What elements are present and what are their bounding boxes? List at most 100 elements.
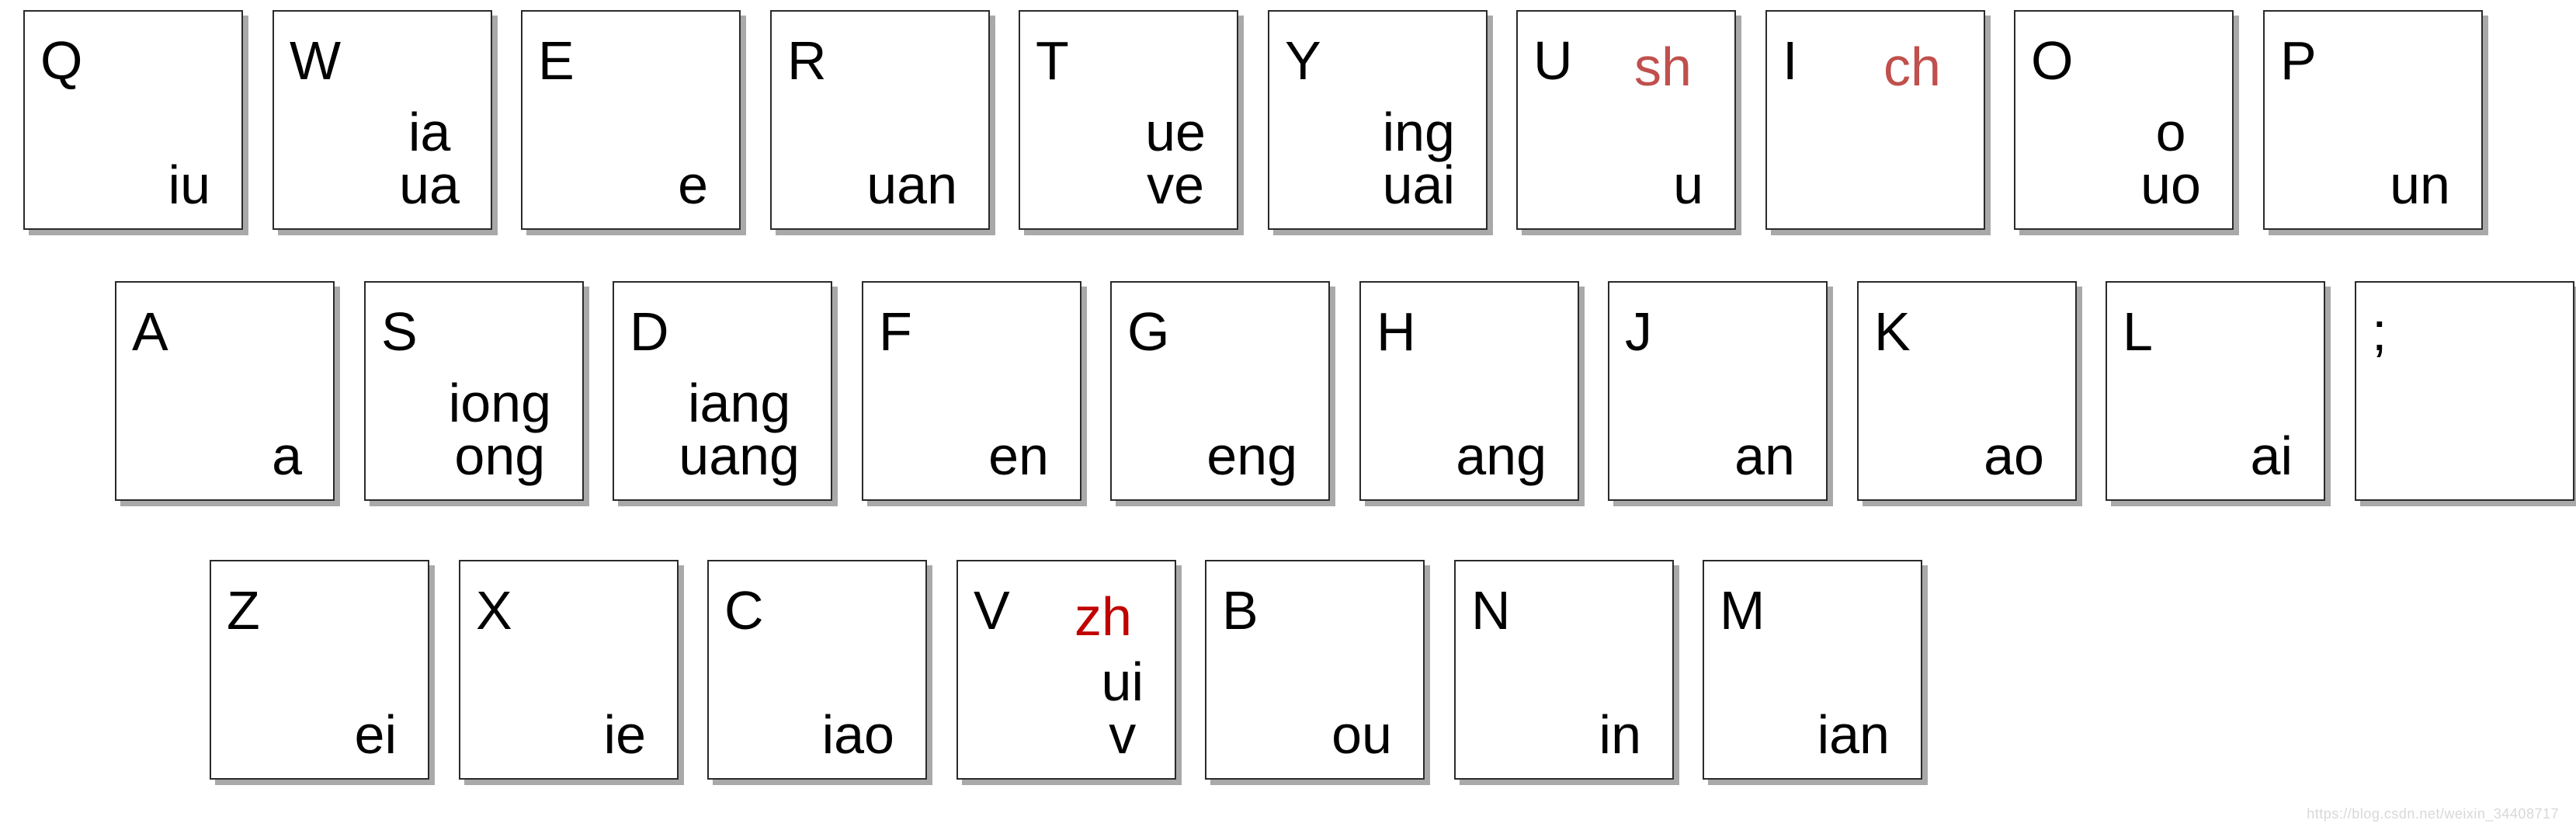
- key-w: Wia ua: [273, 10, 492, 230]
- final-label: ao: [1984, 426, 2044, 486]
- finals-group: ue ve: [1145, 102, 1206, 215]
- key-l: Lai: [2106, 281, 2325, 501]
- finals-group: ui v: [1101, 652, 1144, 762]
- finals-group: an: [1734, 426, 1795, 486]
- key-letter: N: [1471, 580, 1511, 641]
- key-letter: ;: [2372, 301, 2387, 362]
- finals-group: iong ong: [448, 373, 551, 483]
- key-a: Aa: [115, 281, 335, 501]
- initial-label: ch: [1883, 36, 1941, 97]
- key-letter: C: [724, 580, 764, 641]
- key-letter: L: [2123, 301, 2153, 362]
- finals-group: eng: [1206, 426, 1297, 486]
- finals-group: ao: [1984, 426, 2044, 486]
- key-letter: Y: [1285, 30, 1321, 91]
- key-u: Ush u: [1516, 10, 1736, 230]
- final-label: in: [1599, 704, 1641, 765]
- key-t: Tue ve: [1019, 10, 1238, 230]
- final-label: o: [2155, 102, 2186, 162]
- key-letter: D: [630, 301, 669, 362]
- finals-group: o uo: [2140, 102, 2201, 215]
- finals-group: ing uai: [1382, 102, 1455, 215]
- finals-group: ie: [603, 704, 646, 765]
- finals-group: u: [1673, 155, 1703, 215]
- key-letter: H: [1377, 301, 1416, 362]
- key-s: Siong ong: [364, 281, 584, 501]
- final-label: ian: [1817, 704, 1890, 765]
- key-p: Pun: [2263, 10, 2483, 230]
- key-letter: B: [1222, 580, 1258, 641]
- key-v: Vzh ui v: [956, 560, 1176, 780]
- key-letter: F: [879, 301, 912, 362]
- finals-group: un: [2390, 155, 2450, 215]
- finals-group: ei: [354, 704, 397, 765]
- final-label: e: [678, 155, 708, 215]
- key-letter: S: [381, 301, 418, 362]
- initial-label: zh: [1074, 586, 1132, 647]
- key-letter: K: [1874, 301, 1911, 362]
- key-j: Jan: [1608, 281, 1828, 501]
- key-letter: O: [2031, 30, 2074, 91]
- key-g: Geng: [1110, 281, 1330, 501]
- key-b: Bou: [1205, 560, 1425, 780]
- final-label: ing: [1382, 102, 1455, 162]
- key-letter: R: [787, 30, 827, 91]
- final-label: iu: [168, 155, 210, 215]
- finals-group: a: [272, 426, 302, 486]
- final-label: uo: [2140, 155, 2201, 215]
- key-q: Qiu: [23, 10, 243, 230]
- key-letter: X: [476, 580, 512, 641]
- finals-group: ia ua: [399, 105, 460, 212]
- finals-group: ang: [1456, 429, 1547, 483]
- final-label: un: [2390, 155, 2450, 215]
- final-label: u: [1673, 155, 1703, 215]
- key-x: Xie: [459, 560, 679, 780]
- finals-group: ou: [1331, 704, 1392, 765]
- final-label: eng: [1206, 426, 1297, 486]
- finals-group: en: [988, 426, 1049, 486]
- final-label: ue: [1145, 102, 1206, 162]
- final-label: ve: [1147, 155, 1205, 215]
- final-label: uai: [1382, 155, 1455, 215]
- key-n: Nin: [1454, 560, 1674, 780]
- key-m: Mian: [1703, 560, 1922, 780]
- final-label: a: [272, 426, 302, 486]
- finals-group: iu: [168, 155, 210, 215]
- final-label: ei: [354, 704, 397, 765]
- key-o: Oo uo: [2014, 10, 2234, 230]
- key-e: Ee: [521, 10, 741, 230]
- finals-group: uan: [866, 155, 957, 215]
- initial-label: sh: [1634, 36, 1692, 97]
- key-letter: V: [974, 580, 1010, 641]
- key-letter: M: [1720, 580, 1765, 641]
- key-h: Hang: [1359, 281, 1579, 501]
- final-label: ai: [2250, 426, 2293, 486]
- finals-group: ian: [1817, 704, 1890, 765]
- final-label: ou: [1331, 704, 1392, 765]
- final-label: uang: [679, 426, 800, 486]
- final-label: ie: [603, 704, 646, 765]
- final-label: an: [1734, 426, 1795, 486]
- key-letter: I: [1783, 30, 1798, 91]
- final-label: iong: [448, 373, 551, 433]
- final-label: ui: [1101, 652, 1144, 712]
- watermark: https://blog.csdn.net/weixin_34408717: [2307, 806, 2559, 822]
- key-letter: T: [1036, 30, 1069, 91]
- finals-group: e: [678, 155, 708, 215]
- key-letter: Z: [227, 580, 260, 641]
- key-f: Fen: [862, 281, 1081, 501]
- final-label: iang: [687, 373, 791, 433]
- key-semicolon: ;: [2355, 281, 2574, 501]
- key-letter: A: [132, 301, 168, 362]
- key-letter: E: [538, 30, 575, 91]
- finals-group: iao: [821, 704, 894, 765]
- key-k: Kao: [1857, 281, 2077, 501]
- finals-group: in: [1599, 704, 1641, 765]
- key-letter: P: [2280, 30, 2317, 91]
- final-label: iao: [821, 704, 894, 765]
- final-label: uan: [866, 155, 957, 215]
- final-label: en: [988, 426, 1049, 486]
- key-r: Ruan: [770, 10, 990, 230]
- finals-group: iang uang: [679, 373, 800, 486]
- key-i: Ich: [1765, 10, 1985, 230]
